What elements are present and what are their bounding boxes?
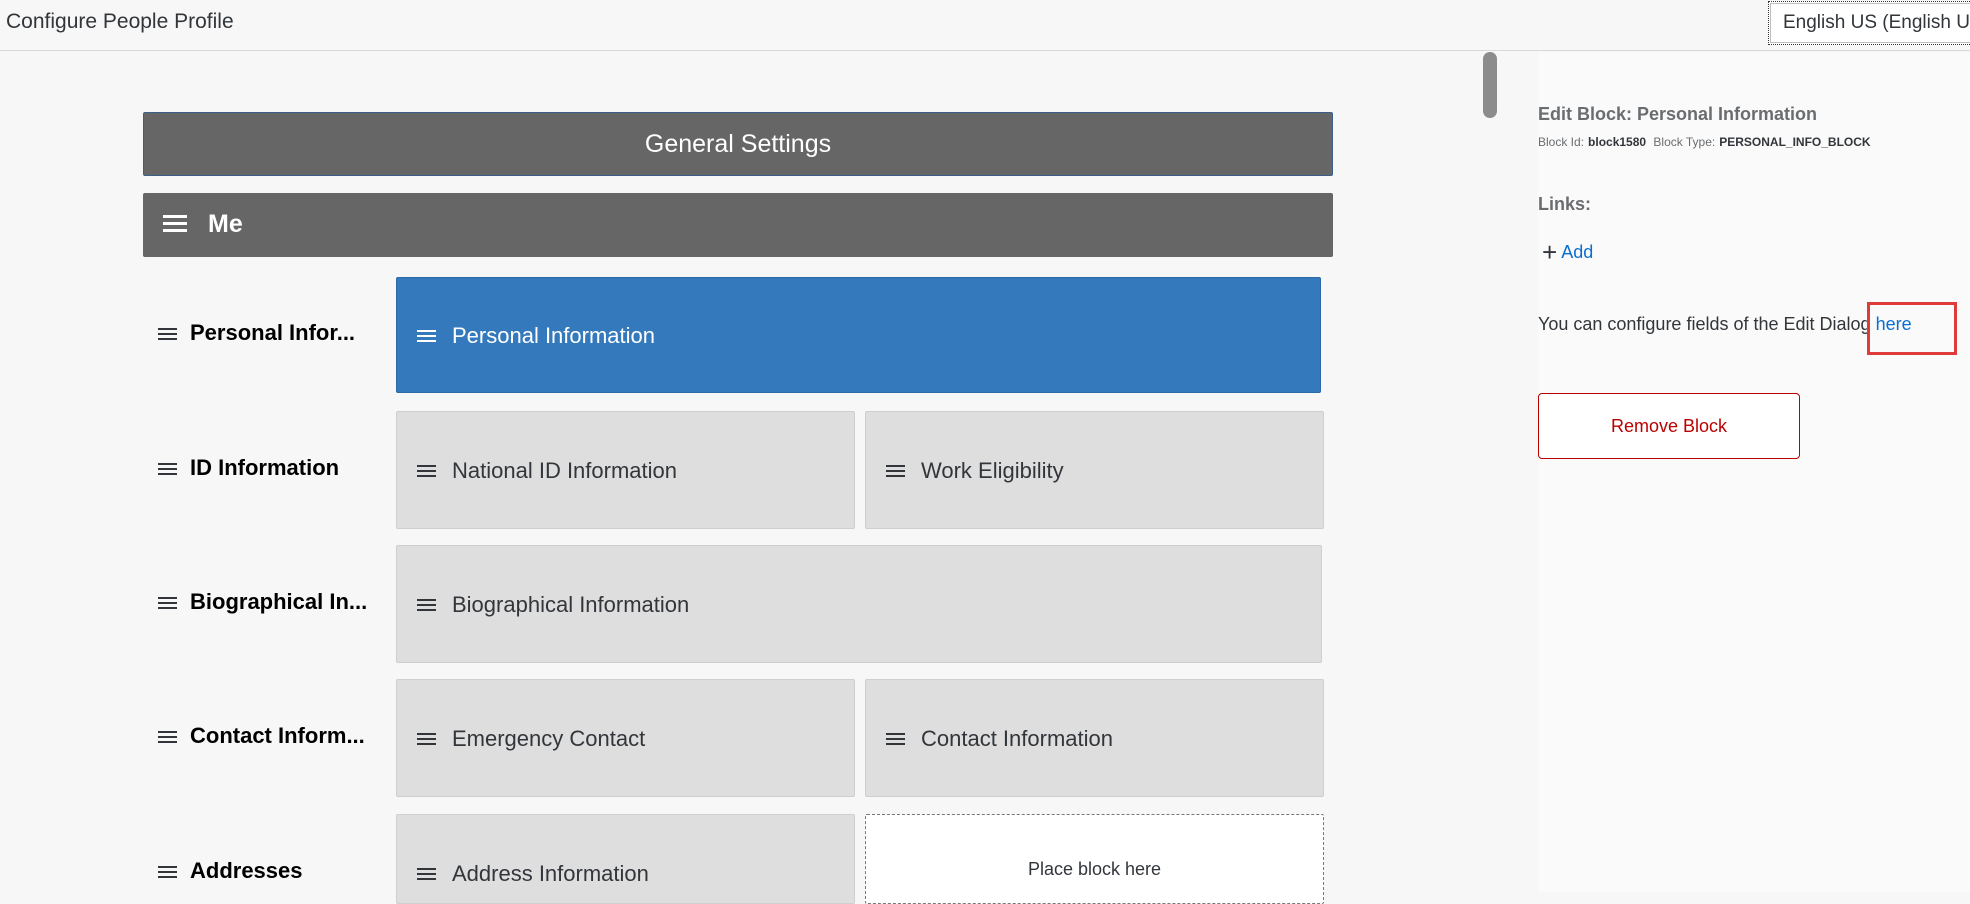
edit-block-panel: Edit Block: Personal Information Block I…	[1538, 52, 1970, 892]
block-label: Biographical Information	[452, 592, 690, 617]
drag-handle-icon[interactable]	[886, 463, 905, 479]
block-id-value: block1580	[1588, 135, 1647, 149]
block-meta: Block Id: block1580 Block Type: PERSONAL_I…	[1538, 135, 1875, 149]
row-label-text: Biographical In...	[190, 589, 368, 614]
language-select[interactable]: English US (English US)	[1768, 1, 1970, 45]
block-biographical-information[interactable]: Biographical Information	[396, 545, 1322, 663]
plus-icon: +	[1542, 237, 1558, 267]
drag-handle-icon[interactable]	[886, 731, 905, 747]
block-label: Work Eligibility	[921, 458, 1064, 483]
drag-handle-icon[interactable]	[417, 866, 436, 882]
drag-handle-icon[interactable]	[163, 213, 187, 233]
highlight-box	[1867, 302, 1957, 355]
drag-handle-icon[interactable]	[158, 864, 177, 880]
general-settings-button[interactable]: General Settings	[143, 112, 1333, 176]
links-title: Links:	[1538, 194, 1592, 214]
page-title: Configure People Profile	[6, 10, 234, 33]
block-emergency-contact[interactable]: Emergency Contact	[396, 679, 855, 797]
remove-block-button[interactable]: Remove Block	[1538, 393, 1800, 459]
row-label-text: Addresses	[190, 858, 303, 883]
add-link-label: Add	[1561, 242, 1594, 262]
drag-handle-icon[interactable]	[417, 328, 436, 344]
row-label-text: Personal Infor...	[190, 320, 356, 345]
section-me-label: Me	[208, 210, 243, 238]
block-work-eligibility[interactable]: Work Eligibility	[865, 411, 1324, 529]
section-me[interactable]: Me	[143, 193, 1333, 257]
add-link-button[interactable]: + Add	[1542, 237, 1593, 268]
drag-handle-icon[interactable]	[158, 461, 177, 477]
block-address-information[interactable]: Address Information	[396, 814, 855, 904]
configure-fields-text: You can configure fields of the Edit Dia…	[1538, 314, 1912, 335]
block-type-value: PERSONAL_INFO_BLOCK	[1719, 135, 1871, 149]
block-type-label: Block Type:	[1653, 135, 1716, 149]
block-label: Contact Information	[921, 726, 1113, 751]
drag-handle-icon[interactable]	[158, 595, 177, 611]
block-national-id-information[interactable]: National ID Information	[396, 411, 855, 529]
drag-handle-icon[interactable]	[417, 597, 436, 613]
block-label: Address Information	[452, 861, 649, 886]
drag-handle-icon[interactable]	[417, 731, 436, 747]
block-contact-information[interactable]: Contact Information	[865, 679, 1324, 797]
top-bar: Configure People Profile English US (Eng…	[0, 0, 1970, 51]
row-label-text: ID Information	[190, 455, 340, 480]
block-label: National ID Information	[452, 458, 677, 483]
canvas-scrollbar-thumb[interactable]	[1483, 52, 1497, 118]
place-block-dropzone[interactable]: Place block here	[865, 814, 1324, 904]
drag-handle-icon[interactable]	[158, 729, 177, 745]
edit-block-title: Edit Block: Personal Information	[1538, 104, 1818, 124]
block-label: Personal Information	[452, 323, 655, 348]
block-id-label: Block Id:	[1538, 135, 1585, 149]
configure-fields-label: You can configure fields of the Edit Dia…	[1538, 314, 1871, 334]
row-label-text: Contact Inform...	[190, 723, 365, 748]
canvas-scrollbar-track[interactable]	[1478, 52, 1538, 892]
drag-handle-icon[interactable]	[158, 326, 177, 342]
block-personal-information[interactable]: Personal Information	[396, 277, 1321, 393]
drag-handle-icon[interactable]	[417, 463, 436, 479]
block-label: Emergency Contact	[452, 726, 646, 751]
